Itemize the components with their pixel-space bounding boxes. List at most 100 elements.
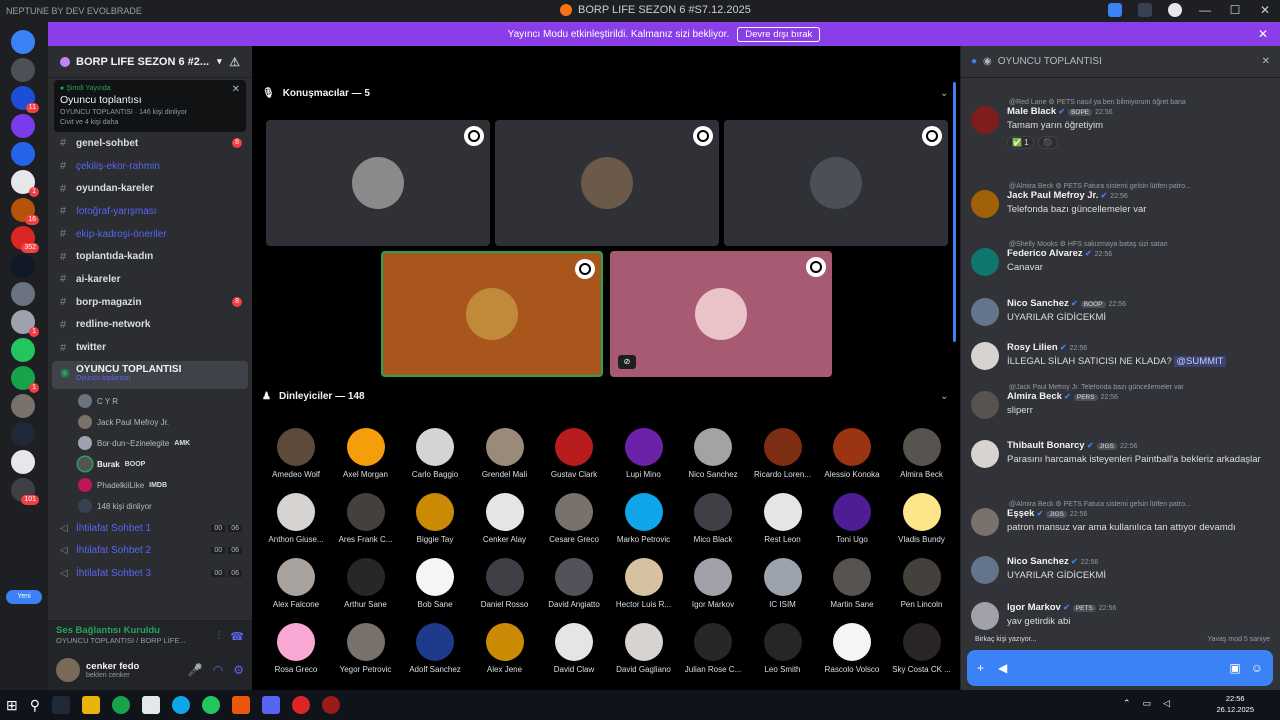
channel-item[interactable]: # genel-sohbet 8 xyxy=(48,132,252,155)
audience-member[interactable]: Cesare Greco xyxy=(542,493,606,544)
server-icon[interactable]: 16 xyxy=(11,198,39,225)
speaker-tile[interactable] xyxy=(381,251,603,377)
audience-member[interactable]: Biggie Tay xyxy=(403,493,467,544)
message-author[interactable]: Nico Sanchez ✔ BOOP 22:56 xyxy=(1007,298,1126,309)
audience-member[interactable]: Bob Sane xyxy=(403,558,467,609)
tile-options-icon[interactable] xyxy=(806,257,826,277)
message-author[interactable]: Jack Paul Mefroy Jr. ✔ 22:56 xyxy=(1007,190,1146,201)
disconnect-icon[interactable]: ☎ xyxy=(230,630,244,643)
audience-member[interactable]: Carlo Baggio xyxy=(403,428,467,479)
channel-item[interactable]: # toplantıda-kadın xyxy=(48,245,252,268)
audience-member[interactable]: Marko Petrovic xyxy=(612,493,676,544)
avatar[interactable] xyxy=(971,342,999,370)
server-icon[interactable]: 1 xyxy=(11,366,39,393)
server-icon[interactable] xyxy=(11,450,35,474)
avatar[interactable] xyxy=(971,298,999,326)
audience-member[interactable]: Rascolo Volsco xyxy=(820,623,884,674)
voice-user[interactable]: Jack Paul Mefroy Jr. xyxy=(48,412,252,433)
chrome-icon[interactable] xyxy=(112,696,130,714)
avatar[interactable] xyxy=(971,190,999,218)
audience-member[interactable]: Mico Black xyxy=(681,493,745,544)
mute-icon[interactable]: 🎤 xyxy=(188,663,203,677)
store-icon[interactable] xyxy=(142,696,160,714)
help-icon[interactable] xyxy=(1168,3,1182,17)
message-author[interactable]: Thibault Bonarcy ✔ JIGS 22:56 xyxy=(1007,440,1261,451)
stage-event-card[interactable]: ● Şimdi Yayında Oyuncu toplantısı OYUNCU… xyxy=(54,80,246,132)
maximize-icon[interactable]: ☐ xyxy=(1228,3,1242,17)
chevron-down-icon[interactable]: ⌄ xyxy=(940,88,948,99)
avatar[interactable] xyxy=(971,106,999,134)
audience-member[interactable]: Alex Falcone xyxy=(264,558,328,609)
server-icon[interactable]: 101 xyxy=(11,478,39,505)
audience-member[interactable]: Rest Leon xyxy=(751,493,815,544)
reaction[interactable]: ✅ 1 xyxy=(1007,136,1034,149)
audience-member[interactable]: Toni Ugo xyxy=(820,493,884,544)
avatar[interactable] xyxy=(971,556,999,584)
channel-item[interactable]: # borp-magazin 8 xyxy=(48,291,252,314)
reaction[interactable]: ⚫ xyxy=(1037,136,1058,149)
avatar[interactable] xyxy=(56,658,80,682)
audience-member[interactable]: Arthur Sane xyxy=(334,558,398,609)
server-icon[interactable] xyxy=(11,114,35,138)
voice-user[interactable]: C Y R xyxy=(48,391,252,412)
tile-options-icon[interactable] xyxy=(464,126,484,146)
guild-header[interactable]: BORP LIFE SEZON 6 #2... ▾ ⚠ xyxy=(48,46,252,78)
audience-member[interactable]: Cenker Alay xyxy=(473,493,537,544)
chevron-down-icon[interactable]: ⌄ xyxy=(940,391,948,402)
voice-channel-item[interactable]: ◁ İhtilafat Sohbet 1 00 06 xyxy=(48,517,252,540)
channel-item[interactable]: # oyundan-kareler xyxy=(48,177,252,200)
message-author[interactable]: Almira Beck ✔ PERS 22:56 xyxy=(1007,391,1118,402)
inbox-icon[interactable] xyxy=(1108,3,1122,17)
speaker-tile[interactable] xyxy=(724,120,948,246)
audience-member[interactable]: Pen Lincoln xyxy=(890,558,954,609)
close-icon[interactable]: ✕ xyxy=(232,84,240,95)
audience-member[interactable]: Igor Markov xyxy=(681,558,745,609)
audience-member[interactable]: Amedeo Wolf xyxy=(264,428,328,479)
audience-member[interactable]: Yegor Petrovic xyxy=(334,623,398,674)
audience-member[interactable]: Martin Sane xyxy=(820,558,884,609)
chrome-icon[interactable] xyxy=(292,696,310,714)
server-icon[interactable] xyxy=(11,422,35,446)
discord-icon[interactable] xyxy=(262,696,280,714)
audience-member[interactable]: Almira Beck xyxy=(890,428,954,479)
scrollbar[interactable] xyxy=(953,82,956,342)
channel-item[interactable]: # ekip-kadroşi-öneriler xyxy=(48,223,252,246)
voice-user[interactable]: Burak BOOP xyxy=(48,454,252,475)
add-server-button[interactable]: Yeni xyxy=(6,590,42,604)
audience-member[interactable]: Adolf Sanchez xyxy=(403,623,467,674)
audience-member[interactable]: David Angiatto xyxy=(542,558,606,609)
chevron-down-icon[interactable]: ▾ xyxy=(217,56,222,67)
network-icon[interactable]: ▭ xyxy=(1143,698,1152,709)
server-icon[interactable] xyxy=(11,254,35,278)
minimize-icon[interactable]: — xyxy=(1198,3,1212,17)
file-explorer-icon[interactable] xyxy=(82,696,100,714)
tile-options-icon[interactable] xyxy=(922,126,942,146)
server-icon[interactable] xyxy=(11,58,35,82)
reply-preview[interactable]: @Almira Beck ⚙ PETS Fatura sistemi gelsi… xyxy=(971,182,1267,190)
audience-member[interactable]: Sky Costa CK ... xyxy=(890,623,954,674)
emoji-icon[interactable]: ☺ xyxy=(1251,661,1263,675)
message-author[interactable]: Igor Markov ✔ PETS 22:56 xyxy=(1007,602,1116,613)
channel-item[interactable]: # redline-network xyxy=(48,314,252,337)
plus-icon[interactable]: + xyxy=(977,661,984,675)
audience-member[interactable]: Ares Frank C... xyxy=(334,493,398,544)
audience-member[interactable]: Vladis Bundy xyxy=(890,493,954,544)
reply-preview[interactable]: @Red Lane ⚙ PETS nasıl ya ben bilmiyorum… xyxy=(971,98,1267,106)
audience-member[interactable]: Alessio Konoka xyxy=(820,428,884,479)
audience-member[interactable]: Ricardo Loren... xyxy=(751,428,815,479)
close-window-icon[interactable]: ✕ xyxy=(1258,3,1272,17)
audience-member[interactable]: Lupi Mino xyxy=(612,428,676,479)
disable-streamer-mode-button[interactable]: Devre dışı bırak xyxy=(737,26,821,42)
voice-user[interactable]: PhadelkiiLike IMDB xyxy=(48,475,252,496)
channel-item[interactable]: # çekiliş-ekor-rahmin xyxy=(48,155,252,178)
edge-icon[interactable] xyxy=(172,696,190,714)
chevron-up-icon[interactable]: ⌃ xyxy=(1123,698,1131,709)
message-author[interactable]: Eşşek ✔ JIGS 22:56 xyxy=(1007,508,1236,519)
gift-icon[interactable]: ▣ xyxy=(1229,661,1240,675)
tile-options-icon[interactable] xyxy=(575,259,595,279)
close-icon[interactable]: ✕ xyxy=(1262,56,1270,67)
message-author[interactable]: Rosy Lilien ✔ 22:56 xyxy=(1007,342,1226,353)
avatar[interactable] xyxy=(971,248,999,276)
clock[interactable]: 22:56 26.12.2025 xyxy=(1216,693,1254,715)
audience-member[interactable]: Rosa Greco xyxy=(264,623,328,674)
